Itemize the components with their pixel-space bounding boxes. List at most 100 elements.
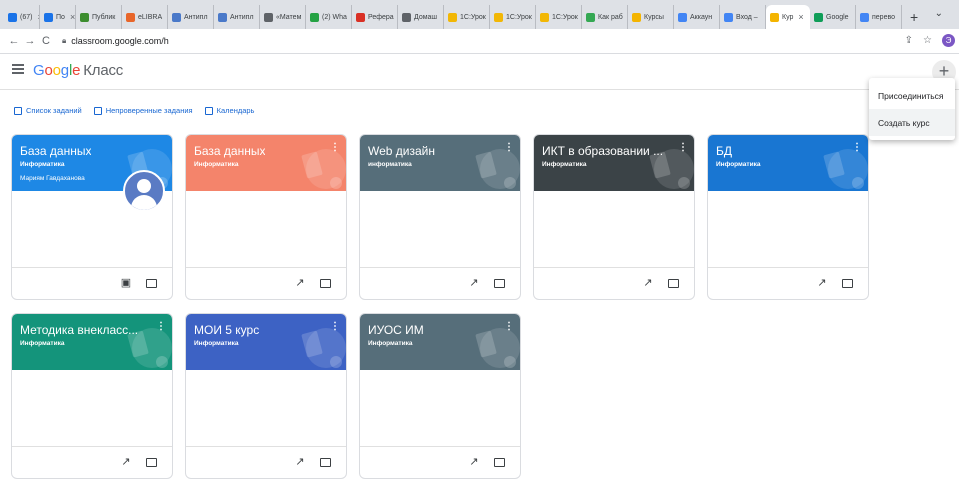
tab-label: перево: [872, 13, 896, 21]
reload-button[interactable]: C: [38, 35, 54, 47]
browser-tab[interactable]: Домаш: [398, 5, 444, 29]
course-title[interactable]: Web дизайн: [368, 144, 435, 158]
browser-tab[interactable]: Как раб: [582, 5, 628, 29]
tab-search-chevron-icon[interactable]: ⌄: [935, 8, 943, 19]
forward-button[interactable]: →: [22, 35, 38, 47]
browser-tab[interactable]: Кур ×: [766, 5, 810, 29]
close-tab-icon[interactable]: ×: [798, 12, 803, 22]
gradebook-trend-icon[interactable]: ↗: [642, 277, 654, 289]
course-card[interactable]: ИКТ в образовании ... Информатика ⋮ ↗: [533, 134, 695, 300]
drive-folder-icon[interactable]: [494, 456, 506, 468]
join-course-item[interactable]: Присоединиться: [869, 82, 955, 109]
course-section: информатика: [368, 161, 412, 168]
course-more-options-icon[interactable]: ⋮: [504, 143, 514, 153]
course-card[interactable]: ИУОС ИМ Информатика ⋮ ↗: [359, 313, 521, 479]
course-more-options-icon[interactable]: ⋮: [156, 322, 166, 332]
browser-tab[interactable]: eLIBRA: [122, 5, 168, 29]
tab-favicon-icon: [402, 12, 411, 22]
gradebook-trend-icon[interactable]: ↗: [120, 456, 132, 468]
gradebook-trend-icon[interactable]: ↗: [294, 456, 306, 468]
to-review-link[interactable]: Непроверенные задания: [93, 106, 193, 115]
create-course-item[interactable]: Создать курс: [869, 109, 955, 136]
course-title[interactable]: БД: [716, 144, 732, 158]
course-banner[interactable]: Web дизайн информатика ⋮: [360, 135, 520, 191]
course-banner[interactable]: ИУОС ИМ Информатика ⋮: [360, 314, 520, 370]
course-banner[interactable]: БД Информатика ⋮: [708, 135, 868, 191]
browser-tab[interactable]: Google: [810, 5, 856, 29]
browser-tab[interactable]: 1С:Урок: [536, 5, 582, 29]
course-title[interactable]: База данных: [194, 144, 265, 158]
drive-folder-icon[interactable]: [668, 277, 680, 289]
course-card[interactable]: Методика внекласс... Информатика ⋮ ↗: [11, 313, 173, 479]
gradebook-trend-icon[interactable]: ↗: [294, 277, 306, 289]
close-tab-icon[interactable]: ×: [70, 12, 75, 22]
calendar-link[interactable]: Календарь: [204, 106, 254, 115]
lock-icon: 🔒︎: [62, 36, 67, 45]
course-more-options-icon[interactable]: ⋮: [504, 322, 514, 332]
browser-tab[interactable]: «Матем: [260, 5, 306, 29]
course-more-options-icon[interactable]: ⋮: [678, 143, 688, 153]
new-tab-button[interactable]: +: [902, 5, 926, 29]
tab-favicon-icon: [678, 12, 687, 22]
google-classroom-logo[interactable]: Google Класс: [33, 62, 123, 79]
gradebook-trend-icon[interactable]: ↗: [468, 277, 480, 289]
tab-label: 1С:Урок: [506, 13, 532, 21]
browser-tab[interactable]: Публик: [76, 5, 122, 29]
browser-tab[interactable]: (67)×: [4, 5, 40, 29]
drive-folder-icon[interactable]: [146, 277, 158, 289]
course-section: Информатика: [194, 340, 239, 347]
course-teacher[interactable]: Мариям Гавдаханова: [20, 175, 85, 182]
drive-folder-icon[interactable]: [320, 277, 332, 289]
tab-label: Вход –: [736, 13, 758, 21]
course-banner[interactable]: Методика внекласс... Информатика ⋮: [12, 314, 172, 370]
course-banner[interactable]: МОИ 5 курс Информатика ⋮: [186, 314, 346, 370]
course-banner[interactable]: ИКТ в образовании ... Информатика ⋮: [534, 135, 694, 191]
url-field[interactable]: 🔒︎ classroom.google.com/h: [62, 36, 169, 46]
course-card[interactable]: База данных Информатика Мариям Гавдаханова…: [11, 134, 173, 300]
course-title[interactable]: МОИ 5 курс: [194, 323, 259, 337]
browser-tab[interactable]: Вход –: [720, 5, 766, 29]
share-icon[interactable]: ⇪: [905, 35, 913, 46]
course-title[interactable]: База данных: [20, 144, 91, 158]
browser-tab[interactable]: 1С:Урок: [444, 5, 490, 29]
drive-folder-icon[interactable]: [494, 277, 506, 289]
browser-tab[interactable]: Аккаун: [674, 5, 720, 29]
course-card[interactable]: МОИ 5 курс Информатика ⋮ ↗: [185, 313, 347, 479]
browser-tab[interactable]: Антипл: [214, 5, 260, 29]
profile-avatar[interactable]: Э: [942, 34, 955, 47]
main-menu-icon[interactable]: [12, 64, 24, 74]
create-join-menu: Присоединиться Создать курс: [869, 78, 955, 140]
todo-link[interactable]: Список заданий: [14, 106, 82, 115]
drive-folder-icon[interactable]: [146, 456, 158, 468]
browser-tab[interactable]: По ×: [40, 5, 76, 29]
gradebook-trend-icon[interactable]: ↗: [816, 277, 828, 289]
browser-tab[interactable]: 1С:Урок: [490, 5, 536, 29]
drive-folder-icon[interactable]: [842, 277, 854, 289]
course-title[interactable]: ИКТ в образовании ...: [542, 144, 663, 158]
browser-tab[interactable]: Антипл: [168, 5, 214, 29]
course-more-options-icon[interactable]: ⋮: [330, 322, 340, 332]
course-card[interactable]: БД Информатика ⋮ ↗: [707, 134, 869, 300]
course-title[interactable]: Методика внекласс...: [20, 323, 138, 337]
course-section: Информатика: [716, 161, 761, 168]
course-title[interactable]: ИУОС ИМ: [368, 323, 424, 337]
tab-label: Антипл: [230, 13, 254, 21]
course-card-footer: ▣: [12, 267, 172, 299]
your-work-icon[interactable]: ▣: [120, 277, 132, 289]
course-section: Информатика: [368, 340, 413, 347]
browser-tab[interactable]: перево: [856, 5, 902, 29]
sub-navigation: Список заданий Непроверенные задания Кал…: [14, 106, 254, 115]
course-more-options-icon[interactable]: ⋮: [852, 143, 862, 153]
gradebook-trend-icon[interactable]: ↗: [468, 456, 480, 468]
course-card[interactable]: Web дизайн информатика ⋮ ↗: [359, 134, 521, 300]
course-more-options-icon[interactable]: ⋮: [330, 143, 340, 153]
course-card-footer: ↗: [186, 446, 346, 478]
browser-tab[interactable]: Рефера: [352, 5, 398, 29]
bookmark-star-icon[interactable]: ☆: [923, 35, 932, 46]
course-card[interactable]: База данных Информатика ⋮ ↗: [185, 134, 347, 300]
back-button[interactable]: ←: [6, 35, 22, 47]
browser-tab[interactable]: (2) Wha: [306, 5, 352, 29]
drive-folder-icon[interactable]: [320, 456, 332, 468]
browser-tab[interactable]: Курсы: [628, 5, 674, 29]
course-banner[interactable]: База данных Информатика ⋮: [186, 135, 346, 191]
